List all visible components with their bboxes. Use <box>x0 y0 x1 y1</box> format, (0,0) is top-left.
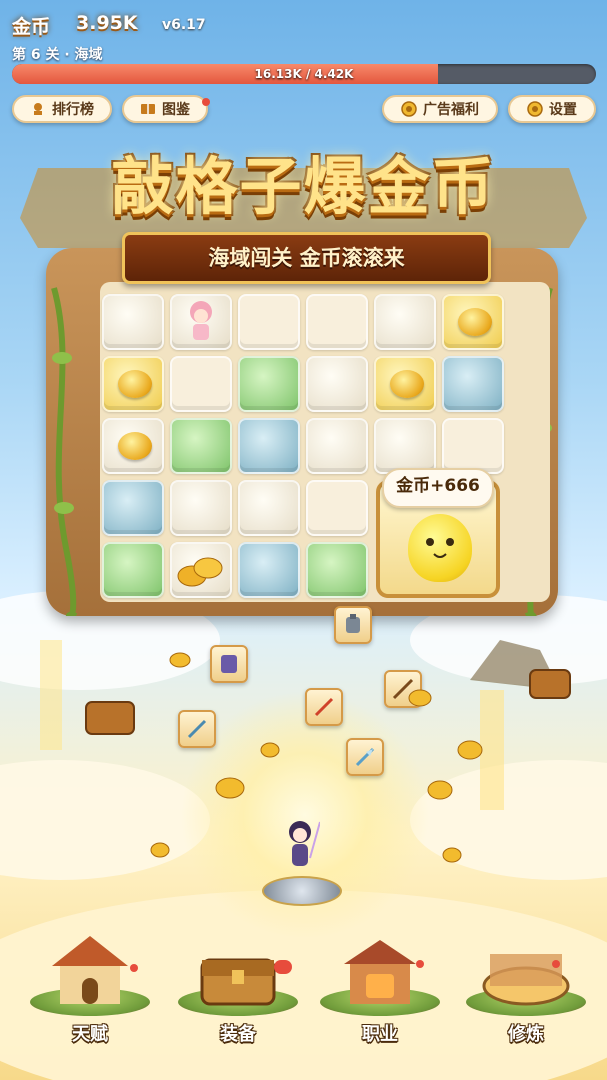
house-icon <box>52 936 128 1004</box>
nav-talent-label: 天赋 <box>72 1024 108 1045</box>
board-cell-character[interactable] <box>170 294 232 350</box>
leaderboard-label: 排行榜 <box>52 102 94 118</box>
reward-bubble: 金币+666 <box>382 468 494 508</box>
board-cell[interactable] <box>374 418 436 474</box>
board-cell[interactable] <box>238 356 300 412</box>
leaderboard-button[interactable]: 排行榜 <box>12 95 112 123</box>
board-cell[interactable] <box>238 294 300 350</box>
book-icon <box>140 101 156 117</box>
nav-training-label: 修炼 <box>508 1024 544 1045</box>
pink-hair-character-icon <box>190 301 212 340</box>
board-cell[interactable] <box>170 418 232 474</box>
board-cell[interactable] <box>170 480 232 536</box>
board-cell[interactable] <box>102 294 164 350</box>
yellow-pet-icon <box>408 514 472 582</box>
gold-coin-icon <box>118 370 152 398</box>
board-cell[interactable] <box>306 356 368 412</box>
forge-icon <box>344 940 416 1004</box>
notification-dot <box>274 960 292 974</box>
board-cell[interactable] <box>374 294 436 350</box>
game-title: 敲格子爆金币 <box>111 150 496 223</box>
stage-label: 第 6 关 · 海域 <box>12 47 103 63</box>
coin-pile-icon <box>177 557 223 587</box>
notification-dot <box>552 960 560 968</box>
coin-value: 3.95K <box>76 12 138 34</box>
nav-training[interactable]: 修炼 <box>466 930 586 1050</box>
board-cell[interactable] <box>238 542 300 598</box>
treasure-chest-icon <box>200 958 276 1006</box>
board-cell[interactable] <box>102 480 164 536</box>
board-cell[interactable] <box>306 480 368 536</box>
board-cell[interactable] <box>442 356 504 412</box>
version-label: v6.17 <box>162 17 206 33</box>
board-cell-coin[interactable] <box>374 356 436 412</box>
hero-pedestal <box>262 876 342 906</box>
board-cell-coin[interactable] <box>102 418 164 474</box>
progress-text: 16.13K / 4.42K <box>254 67 354 81</box>
gold-coin-icon <box>390 370 424 398</box>
nav-equipment-label: 装备 <box>220 1024 256 1045</box>
nav-job-label: 职业 <box>362 1024 398 1045</box>
notification-dot <box>202 98 210 106</box>
board-cell-coin[interactable] <box>102 356 164 412</box>
gold-coin-icon <box>118 432 152 460</box>
coin-label: 金币 <box>12 16 51 38</box>
coin-icon <box>401 101 417 117</box>
nav-job[interactable]: 职业 <box>320 930 440 1050</box>
ad-reward-label: 广告福利 <box>423 102 479 118</box>
nav-talent[interactable]: 天赋 <box>30 930 150 1050</box>
nav-equipment[interactable]: 装备 <box>178 930 298 1050</box>
gear-icon <box>527 101 543 117</box>
game-subtitle: 海域闯关 金币滚滚来 <box>208 246 405 270</box>
board-cell[interactable] <box>306 294 368 350</box>
board-cell[interactable] <box>238 480 300 536</box>
board-cell[interactable] <box>170 356 232 412</box>
board-cell[interactable] <box>442 418 504 474</box>
settings-label: 设置 <box>549 102 577 118</box>
gold-coin-icon <box>458 308 492 336</box>
settings-button[interactable]: 设置 <box>508 95 596 123</box>
hero-character-icon[interactable] <box>280 818 321 880</box>
title-banner: 敲格子爆金币 海域闯关 金币滚滚来 <box>20 128 587 288</box>
board-cell[interactable] <box>102 542 164 598</box>
subtitle-ribbon: 海域闯关 金币滚滚来 <box>122 232 491 284</box>
board-cell-coin[interactable] <box>442 294 504 350</box>
board-cell[interactable] <box>238 418 300 474</box>
board-cell-coin-pile[interactable] <box>170 542 232 598</box>
trophy-icon <box>30 101 46 117</box>
notification-dot <box>416 960 424 968</box>
arena-icon <box>482 954 570 1006</box>
level-progress-bar: 16.13K / 4.42K <box>12 64 596 84</box>
ad-reward-button[interactable]: 广告福利 <box>382 95 498 123</box>
codex-button[interactable]: 图鉴 <box>122 95 210 123</box>
codex-label: 图鉴 <box>162 102 190 118</box>
board-cell[interactable] <box>306 542 368 598</box>
board-cell[interactable] <box>306 418 368 474</box>
notification-dot <box>130 964 138 972</box>
